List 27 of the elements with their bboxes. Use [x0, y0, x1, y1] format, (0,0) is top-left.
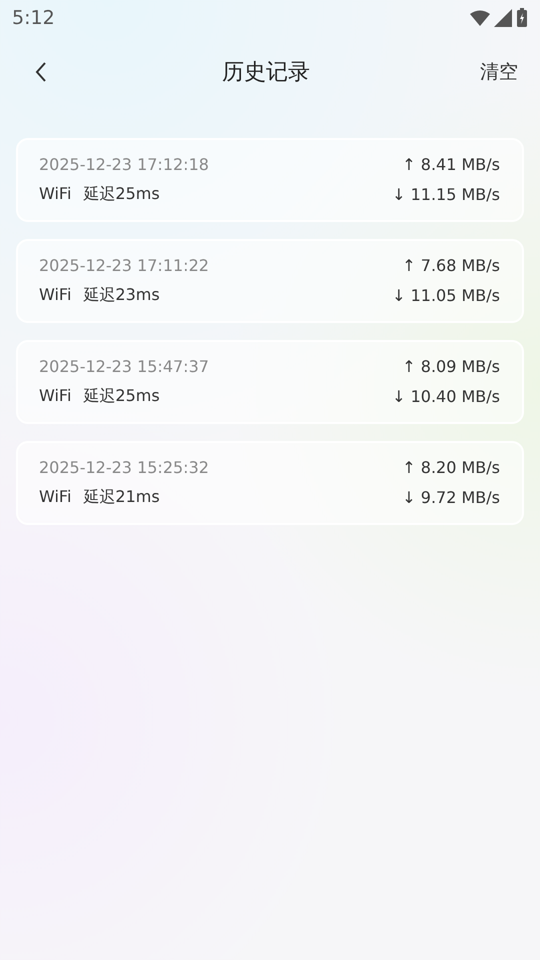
download-speed: ↓ 11.15 MB/s [392, 185, 500, 204]
record-time: 2025-12-23 15:47:37 [39, 357, 209, 376]
network-type: WiFi [39, 184, 72, 205]
record-time: 2025-12-23 15:25:32 [39, 458, 209, 477]
latency: 延迟25ms [83, 184, 160, 205]
download-speed: ↓ 10.40 MB/s [392, 387, 500, 406]
record-time: 2025-12-23 17:11:22 [39, 256, 209, 275]
network-type: WiFi [39, 487, 72, 508]
status-time: 5:12 [12, 7, 55, 29]
download-speed: ↓ 11.05 MB/s [392, 286, 500, 305]
upload-speed: ↑ 8.20 MB/s [402, 458, 500, 477]
latency: 延迟23ms [83, 285, 160, 306]
clear-button[interactable]: 清空 [480, 59, 518, 85]
upload-speed: ↑ 7.68 MB/s [402, 256, 500, 275]
download-speed: ↓ 9.72 MB/s [402, 488, 500, 507]
latency: 延迟21ms [83, 487, 160, 508]
wifi-icon [470, 10, 490, 26]
page-title: 历史记录 [222, 59, 310, 87]
signal-icon [494, 9, 512, 27]
network-type: WiFi [39, 285, 72, 306]
back-icon [34, 61, 48, 83]
upload-speed: ↑ 8.41 MB/s [402, 155, 500, 174]
battery-icon [516, 8, 528, 28]
network-type: WiFi [39, 386, 72, 407]
latency: 延迟25ms [83, 386, 160, 407]
upload-speed: ↑ 8.09 MB/s [402, 357, 500, 376]
record-time: 2025-12-23 17:12:18 [39, 155, 209, 174]
